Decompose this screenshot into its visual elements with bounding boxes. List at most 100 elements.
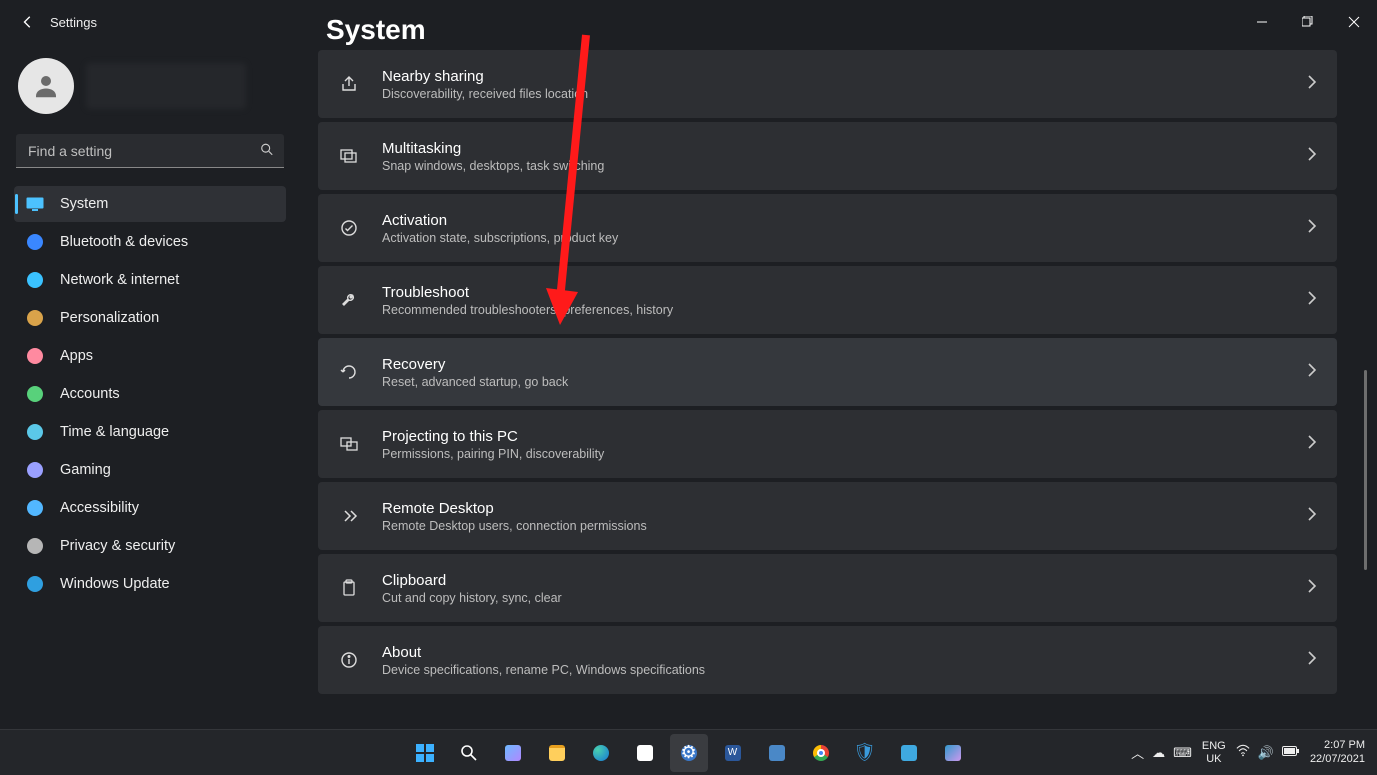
setting-row-text: ActivationActivation state, subscription… <box>382 212 1285 245</box>
setting-row-activation[interactable]: ActivationActivation state, subscription… <box>318 194 1337 262</box>
nav-list: System Bluetooth & devices Network & inter… <box>14 186 286 602</box>
chevron-right-icon <box>1307 147 1317 166</box>
setting-row-title: Nearby sharing <box>382 68 1285 85</box>
apps-icon <box>26 347 44 365</box>
setting-row-multitasking[interactable]: Multitasking Snap windows, desktops, task… <box>318 122 1337 190</box>
photos-button[interactable] <box>934 734 972 772</box>
nav-item-apps[interactable]: Apps <box>14 338 286 374</box>
recovery-icon <box>338 361 360 383</box>
setting-row-subtitle: Reset, advanced startup, go back <box>382 375 1285 389</box>
setting-row-remote-desktop[interactable]: Remote DesktopRemote Desktop users, conn… <box>318 482 1337 550</box>
nav-item-label: Gaming <box>60 462 111 478</box>
taskbar-app-11[interactable] <box>890 734 928 772</box>
search-input[interactable] <box>16 134 284 168</box>
battery-tray-icon[interactable] <box>1282 745 1300 760</box>
setting-row-text: Nearby sharing Discoverability, received … <box>382 68 1285 101</box>
setting-row-recovery[interactable]: RecoveryReset, advanced startup, go back <box>318 338 1337 406</box>
nav-item-label: Network & internet <box>60 272 179 288</box>
start-button[interactable] <box>406 734 444 772</box>
wifi-tray-icon[interactable] <box>1236 744 1250 761</box>
nav-item-personalization[interactable]: Personalization <box>14 300 286 336</box>
search-box[interactable] <box>16 134 284 168</box>
taskbar: ⚙ W 🛡 ︿ ☁ ⌨ ENGUK 🔊 2:07 PM22/07/2021 <box>0 729 1377 775</box>
check-circle-icon <box>338 217 360 239</box>
chevron-right-icon <box>1307 579 1317 598</box>
taskbar-center: ⚙ W 🛡 <box>406 734 972 772</box>
setting-row-subtitle: Recommended troubleshooters, preferences… <box>382 303 1285 317</box>
setting-row-title: Clipboard <box>382 572 1285 589</box>
setting-row-subtitle: Discoverability, received files location <box>382 87 1285 101</box>
nav-item-accessibility[interactable]: Accessibility <box>14 490 286 526</box>
setting-row-text: Troubleshoot Recommended troubleshooters,… <box>382 284 1285 317</box>
setting-row-subtitle: Cut and copy history, sync, clear <box>382 591 1285 605</box>
update-icon <box>26 575 44 593</box>
file-explorer-button[interactable] <box>538 734 576 772</box>
nav-item-system[interactable]: System <box>14 186 286 222</box>
bluetooth-icon <box>26 233 44 251</box>
nav-item-label: Time & language <box>60 424 169 440</box>
chrome-button[interactable] <box>802 734 840 772</box>
setting-row-clipboard[interactable]: Clipboard Cut and copy history, sync, cle… <box>318 554 1337 622</box>
search-icon <box>260 143 274 160</box>
info-icon <box>338 649 360 671</box>
taskbar-app-8[interactable] <box>758 734 796 772</box>
chevron-right-icon <box>1307 75 1317 94</box>
setting-row-text: Multitasking Snap windows, desktops, task… <box>382 140 1285 173</box>
gaming-icon <box>26 461 44 479</box>
setting-row-about[interactable]: About Device specifications, rename PC, W… <box>318 626 1337 694</box>
person-icon <box>26 385 44 403</box>
chevron-right-icon <box>1307 651 1317 670</box>
nav-item-gaming[interactable]: Gaming <box>14 452 286 488</box>
nav-item-accounts[interactable]: Accounts <box>14 376 286 412</box>
setting-row-subtitle: Snap windows, desktops, task switching <box>382 159 1285 173</box>
chevron-right-icon <box>1307 435 1317 454</box>
brush-icon <box>26 309 44 327</box>
nav-item-label: Privacy & security <box>60 538 175 554</box>
setting-row-projecting-to-this-pc[interactable]: Projecting to this PCPermissions, pairin… <box>318 410 1337 478</box>
setting-row-title: Multitasking <box>382 140 1285 157</box>
avatar <box>18 58 74 114</box>
nav-item-windows-update[interactable]: Windows Update <box>14 566 286 602</box>
setting-row-troubleshoot[interactable]: Troubleshoot Recommended troubleshooters,… <box>318 266 1337 334</box>
word-button[interactable]: W <box>714 734 752 772</box>
edge-button[interactable] <box>582 734 620 772</box>
scrollbar-thumb[interactable] <box>1364 370 1367 570</box>
setting-row-text: Clipboard Cut and copy history, sync, cle… <box>382 572 1285 605</box>
nav-item-bluetooth-devices[interactable]: Bluetooth & devices <box>14 224 286 260</box>
wrench-icon <box>338 289 360 311</box>
onedrive-icon[interactable]: ☁ <box>1152 745 1165 761</box>
setting-row-subtitle: Device specifications, rename PC, Window… <box>382 663 1285 677</box>
nav-item-network-internet[interactable]: Network & internet <box>14 262 286 298</box>
accessibility-icon <box>26 499 44 517</box>
taskbar-search-button[interactable] <box>450 734 488 772</box>
chevron-right-icon <box>1307 363 1317 382</box>
shield-icon <box>26 537 44 555</box>
setting-row-nearby-sharing[interactable]: Nearby sharing Discoverability, received … <box>318 50 1337 118</box>
back-button[interactable] <box>20 14 36 30</box>
nav-item-label: Bluetooth & devices <box>60 234 188 250</box>
chevron-right-icon <box>1307 219 1317 238</box>
setting-row-text: Remote DesktopRemote Desktop users, conn… <box>382 500 1285 533</box>
tray-chevron-icon[interactable]: ︿ <box>1131 743 1144 762</box>
settings-taskbar-button[interactable]: ⚙ <box>670 734 708 772</box>
chevron-right-icon <box>1307 291 1317 310</box>
nav-item-time-language[interactable]: Time & language <box>14 414 286 450</box>
task-view-button[interactable] <box>494 734 532 772</box>
volume-tray-icon[interactable]: 🔊 <box>1258 745 1274 761</box>
sidebar: System Bluetooth & devices Network & inter… <box>0 44 300 729</box>
settings-list: Nearby sharing Discoverability, received … <box>318 60 1367 694</box>
nav-item-label: System <box>60 196 108 212</box>
multitask-icon <box>338 145 360 167</box>
store-button[interactable] <box>626 734 664 772</box>
clock[interactable]: 2:07 PM22/07/2021 <box>1310 739 1365 765</box>
setting-row-title: About <box>382 644 1285 661</box>
content-area: System Nearby sharingDiscoverability, re… <box>318 10 1367 729</box>
security-button[interactable]: 🛡 <box>846 734 884 772</box>
setting-row-title: Troubleshoot <box>382 284 1285 301</box>
nav-item-privacy-security[interactable]: Privacy & security <box>14 528 286 564</box>
keyboard-icon[interactable]: ⌨ <box>1173 745 1192 761</box>
profile-header[interactable] <box>14 54 286 128</box>
display-icon <box>26 195 44 213</box>
app-title: Settings <box>50 15 97 30</box>
language-indicator[interactable]: ENGUK <box>1202 740 1226 764</box>
